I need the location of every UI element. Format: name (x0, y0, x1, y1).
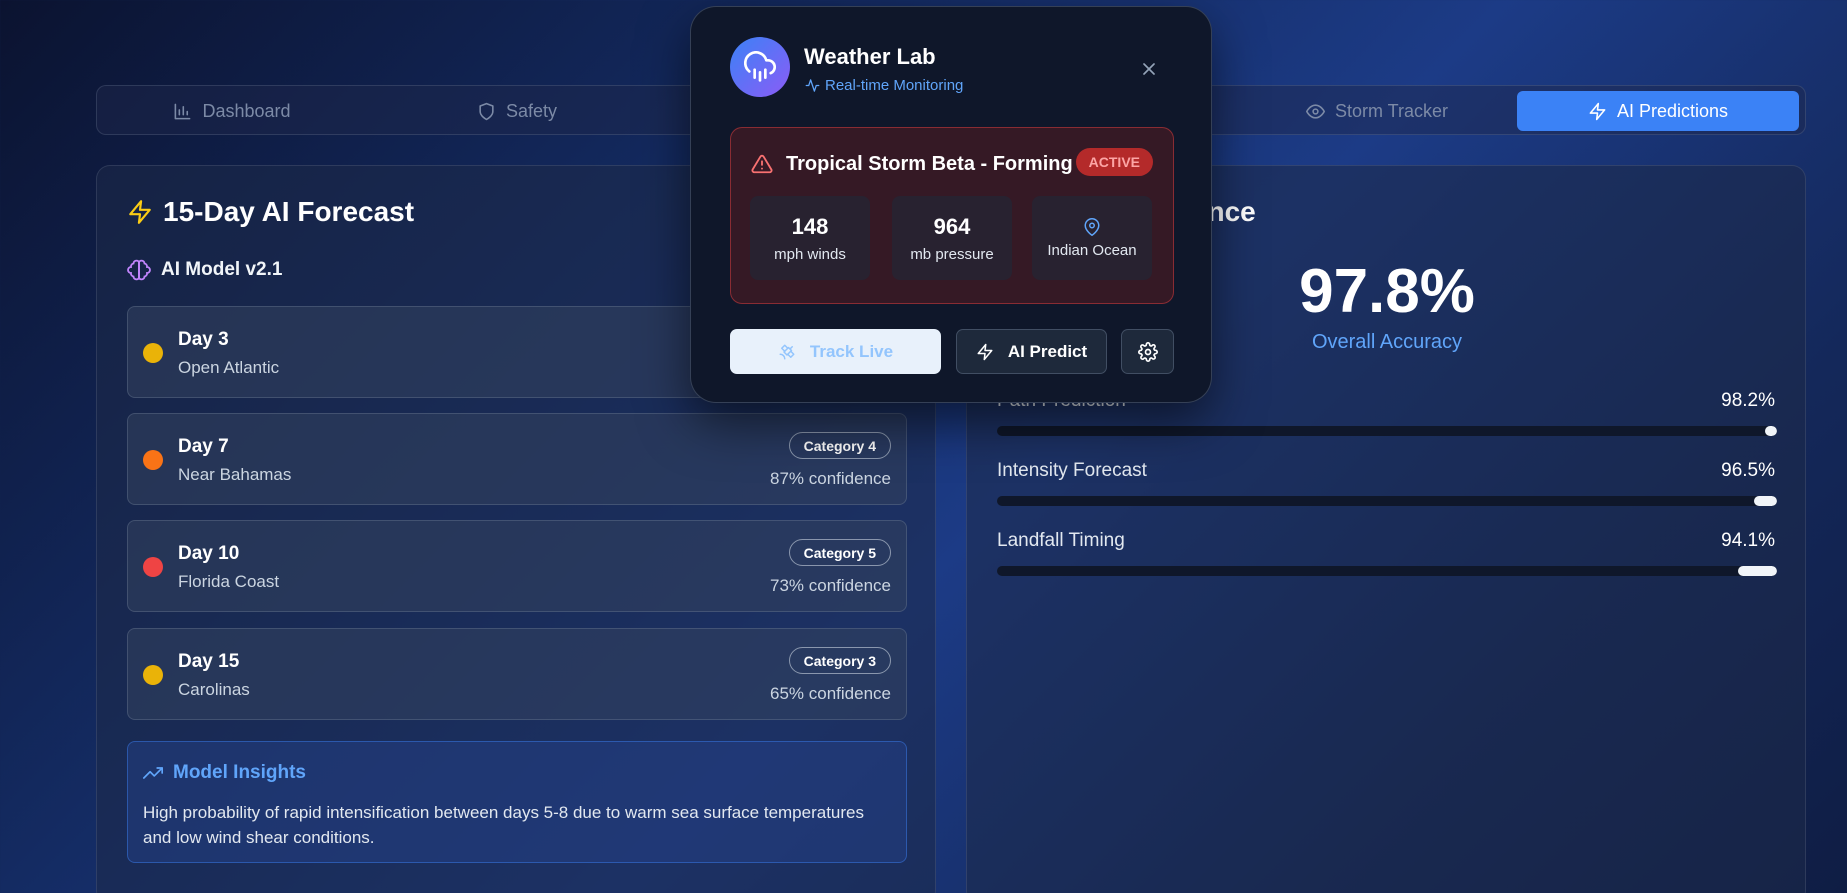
metric-value: 94.1% (1721, 530, 1775, 551)
stat-label: Indian Ocean (1047, 241, 1137, 259)
tab-label: AI Predictions (1616, 100, 1729, 121)
tab-ai-predictions[interactable]: AI Predictions (1517, 91, 1799, 131)
metric-progress-bar (997, 566, 1777, 576)
ai-predict-button[interactable]: AI Predict (956, 329, 1107, 374)
day-location: Open Atlantic (178, 358, 280, 377)
status-badge: ACTIVE (1075, 148, 1153, 176)
forecast-day-card[interactable]: Day 7 Near Bahamas Category 4 87% confid… (127, 413, 907, 505)
confidence-text: 73% confidence (770, 576, 891, 595)
avatar (730, 37, 790, 97)
lightning-icon (1589, 102, 1606, 120)
stat-label: mb pressure (910, 245, 994, 263)
tab-label: Safety (505, 100, 558, 121)
category-badge: Category 4 (788, 432, 891, 459)
popup-subtitle: Real-time Monitoring (805, 77, 963, 94)
stat-card-winds: 148 mph winds (750, 196, 870, 280)
metric-progress-fill (1737, 566, 1777, 576)
confidence-text: 87% confidence (770, 469, 891, 488)
severity-dot (143, 665, 163, 685)
metric-label: Intensity Forecast (997, 460, 1147, 481)
close-icon (1143, 63, 1155, 75)
metric-value: 96.5% (1721, 460, 1775, 481)
brain-icon (127, 259, 151, 281)
severity-dot (143, 450, 163, 470)
trending-up-icon (143, 767, 163, 779)
tab-safety[interactable]: Safety (417, 91, 617, 131)
metric-label: Landfall Timing (997, 530, 1125, 551)
stat-card-pressure: 964 mb pressure (892, 196, 1012, 280)
weather-lab-popup: Weather Lab Real-time Monitoring Tropica… (690, 6, 1212, 403)
confidence-text: 65% confidence (770, 684, 891, 703)
popup-title: Weather Lab (804, 44, 936, 69)
day-location: Florida Coast (178, 572, 280, 591)
forecast-day-card[interactable]: Day 15 Carolinas Category 3 65% confiden… (127, 628, 907, 720)
shield-icon (479, 102, 494, 120)
severity-dot (143, 343, 163, 363)
metric-progress-bar (997, 426, 1777, 436)
warning-icon (751, 153, 773, 175)
forecast-title: 15-Day AI Forecast (127, 196, 414, 228)
alert-title: Tropical Storm Beta - Forming (786, 153, 1073, 175)
lightning-icon (977, 343, 993, 360)
tab-storm-tracker[interactable]: Storm Tracker (1277, 91, 1477, 131)
track-live-button[interactable]: Track Live (730, 329, 941, 374)
stat-value: 964 (933, 213, 971, 239)
close-button[interactable] (1139, 59, 1159, 79)
metric-progress-fill (1753, 496, 1777, 506)
metric-progress-bar (997, 496, 1777, 506)
cloud-rain-icon (744, 51, 776, 82)
map-pin-icon (1084, 217, 1100, 236)
stat-value: 148 (791, 213, 829, 239)
model-label: AI Model v2.1 (127, 258, 282, 282)
storm-alert-box: Tropical Storm Beta - Forming ACTIVE 148… (730, 127, 1174, 304)
satellite-icon (779, 344, 795, 359)
stat-label: mph winds (774, 245, 846, 263)
category-badge: Category 5 (788, 539, 891, 566)
day-name: Day 3 (178, 329, 229, 350)
day-name: Day 15 (178, 651, 240, 672)
metric-progress-fill (1765, 426, 1777, 436)
settings-button[interactable] (1121, 329, 1174, 374)
severity-dot (143, 557, 163, 577)
insights-title: Model Insights (143, 762, 306, 784)
day-name: Day 10 (178, 543, 240, 564)
model-insights-box: Model Insights High probability of rapid… (127, 741, 907, 863)
category-badge: Category 3 (788, 647, 891, 674)
insights-text: High probability of rapid intensificatio… (143, 803, 864, 847)
stat-card-location: Indian Ocean (1032, 196, 1152, 280)
gear-icon (1137, 341, 1158, 362)
day-name: Day 7 (178, 436, 229, 457)
forecast-day-card[interactable]: Day 10 Florida Coast Category 5 73% conf… (127, 520, 907, 612)
metric-value: 98.2% (1721, 390, 1775, 411)
tab-label: Dashboard (202, 100, 291, 121)
day-location: Near Bahamas (178, 465, 292, 484)
day-location: Carolinas (178, 680, 250, 699)
lightning-icon (129, 200, 151, 224)
tab-dashboard[interactable]: Dashboard (132, 91, 332, 131)
activity-icon (805, 79, 820, 92)
eye-icon (1305, 103, 1325, 119)
tab-label: Storm Tracker (1334, 100, 1449, 121)
bar-chart-icon (175, 103, 191, 119)
